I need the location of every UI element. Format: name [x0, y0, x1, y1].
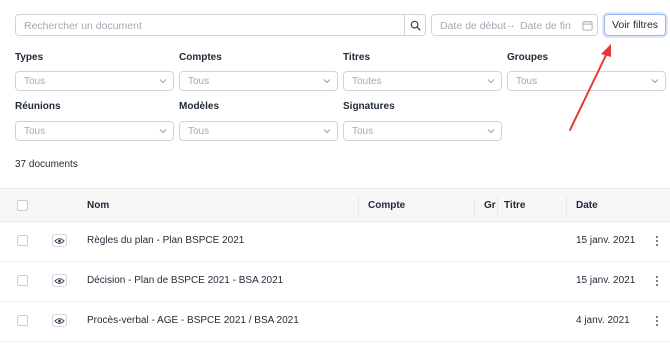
- more-vertical-icon[interactable]: [652, 274, 662, 288]
- calendar-icon[interactable]: [582, 20, 593, 31]
- filter-label-modeles: Modèles: [179, 101, 220, 112]
- table-row[interactable]: Procès-verbal - AGE - BSPCE 2021 / BSA 2…: [0, 302, 670, 342]
- row-checkbox[interactable]: [17, 275, 28, 286]
- column-header-titre[interactable]: Titre: [504, 200, 526, 211]
- column-resizer[interactable]: [358, 197, 359, 215]
- document-name[interactable]: Procès-verbal - AGE - BSPCE 2021 / BSA 2…: [87, 315, 299, 326]
- filter-select-comptes[interactable]: Tous: [179, 71, 338, 91]
- document-count: 37 documents: [15, 159, 78, 170]
- eye-icon: [54, 237, 65, 244]
- filter-value: Tous: [24, 76, 46, 87]
- search-button[interactable]: [404, 15, 425, 35]
- preview-button[interactable]: [52, 314, 67, 327]
- column-header-compte[interactable]: Compte: [368, 200, 405, 211]
- row-checkbox[interactable]: [17, 315, 28, 326]
- chevron-down-icon: [487, 79, 495, 84]
- search-icon: [410, 20, 421, 31]
- column-header-nom[interactable]: Nom: [87, 200, 109, 211]
- filter-label-titres: Titres: [343, 52, 371, 63]
- chevron-down-icon: [487, 129, 495, 134]
- filter-select-reunions[interactable]: Tous: [15, 121, 174, 141]
- filter-label-comptes: Comptes: [179, 52, 222, 63]
- filter-label-reunions: Réunions: [15, 101, 61, 112]
- chevron-down-icon: [651, 79, 659, 84]
- date-range-arrow: →: [505, 19, 516, 31]
- filter-select-signatures[interactable]: Tous: [343, 121, 502, 141]
- show-filters-button[interactable]: Voir filtres: [604, 14, 666, 36]
- filter-label-groupes: Groupes: [507, 52, 549, 63]
- document-date: 15 janv. 2021: [576, 275, 636, 286]
- filter-label-types: Types: [15, 52, 44, 63]
- chevron-down-icon: [159, 129, 167, 134]
- chevron-down-icon: [159, 79, 167, 84]
- more-vertical-icon[interactable]: [652, 234, 662, 248]
- eye-icon: [54, 317, 65, 324]
- filter-select-titres[interactable]: Toutes: [343, 71, 502, 91]
- chevron-down-icon: [323, 79, 331, 84]
- preview-button[interactable]: [52, 234, 67, 247]
- table-row[interactable]: Décision - Plan de BSPCE 2021 - BSA 2021…: [0, 262, 670, 302]
- eye-icon: [54, 277, 65, 284]
- column-resizer[interactable]: [497, 197, 498, 215]
- row-checkbox[interactable]: [17, 235, 28, 246]
- chevron-down-icon: [323, 129, 331, 134]
- document-name[interactable]: Règles du plan - Plan BSPCE 2021: [87, 235, 244, 246]
- search-input[interactable]: Rechercher un document: [15, 14, 426, 36]
- filter-value: Tous: [188, 76, 210, 87]
- table-header: Nom Compte Gr Titre Date: [0, 188, 670, 222]
- filter-value: Toutes: [352, 76, 382, 87]
- select-all-checkbox[interactable]: [17, 200, 28, 211]
- filter-value: Tous: [516, 76, 538, 87]
- document-name[interactable]: Décision - Plan de BSPCE 2021 - BSA 2021: [87, 275, 283, 286]
- end-date-input[interactable]: Date de fin: [520, 20, 571, 32]
- column-header-groupe[interactable]: Gr: [484, 200, 496, 211]
- document-date: 15 janv. 2021: [576, 235, 636, 246]
- filter-label-signatures: Signatures: [343, 101, 395, 112]
- start-date-input[interactable]: Date de début: [440, 20, 506, 32]
- more-vertical-icon[interactable]: [652, 314, 662, 328]
- filter-select-modeles[interactable]: Tous: [179, 121, 338, 141]
- filter-value: Tous: [188, 126, 210, 137]
- preview-button[interactable]: [52, 274, 67, 287]
- filter-value: Tous: [24, 126, 46, 137]
- filter-select-groupes[interactable]: Tous: [507, 71, 666, 91]
- table-row[interactable]: Règles du plan - Plan BSPCE 2021 15 janv…: [0, 222, 670, 262]
- filter-select-types[interactable]: Tous: [15, 71, 174, 91]
- document-date: 4 janv. 2021: [576, 315, 630, 326]
- column-resizer[interactable]: [566, 197, 567, 215]
- column-resizer[interactable]: [474, 197, 475, 215]
- column-header-date[interactable]: Date: [576, 200, 598, 211]
- date-range-picker[interactable]: Date de début → Date de fin: [431, 14, 598, 36]
- search-placeholder: Rechercher un document: [24, 20, 142, 32]
- filter-value: Tous: [352, 126, 374, 137]
